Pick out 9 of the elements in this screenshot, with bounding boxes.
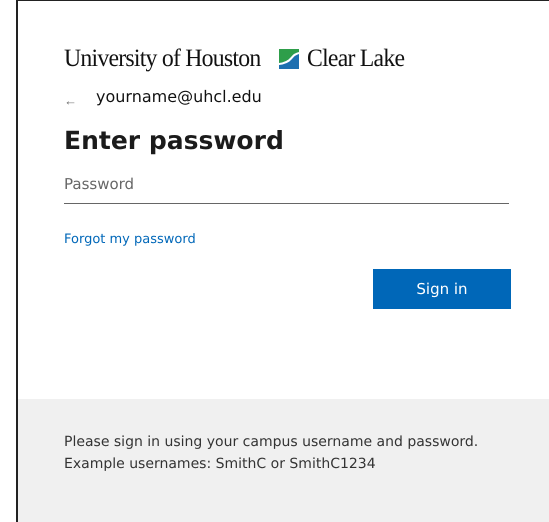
logo-icon xyxy=(278,49,299,69)
footer-text: Please sign in using your campus username and password. Example usernames: SmithC or SmithC1234 xyxy=(64,433,479,474)
page-title: Enter password xyxy=(64,126,285,155)
logo-text: Clear Lake xyxy=(306,45,404,73)
logo-text: University of Houston xyxy=(64,45,260,73)
forgot-password-link[interactable]: Forgot my password xyxy=(64,232,196,247)
email-text: yourname@uhcl.edu xyxy=(96,87,262,106)
sign-in-button[interactable]: Sign in xyxy=(373,269,511,309)
back-button[interactable]: ← xyxy=(64,93,96,108)
